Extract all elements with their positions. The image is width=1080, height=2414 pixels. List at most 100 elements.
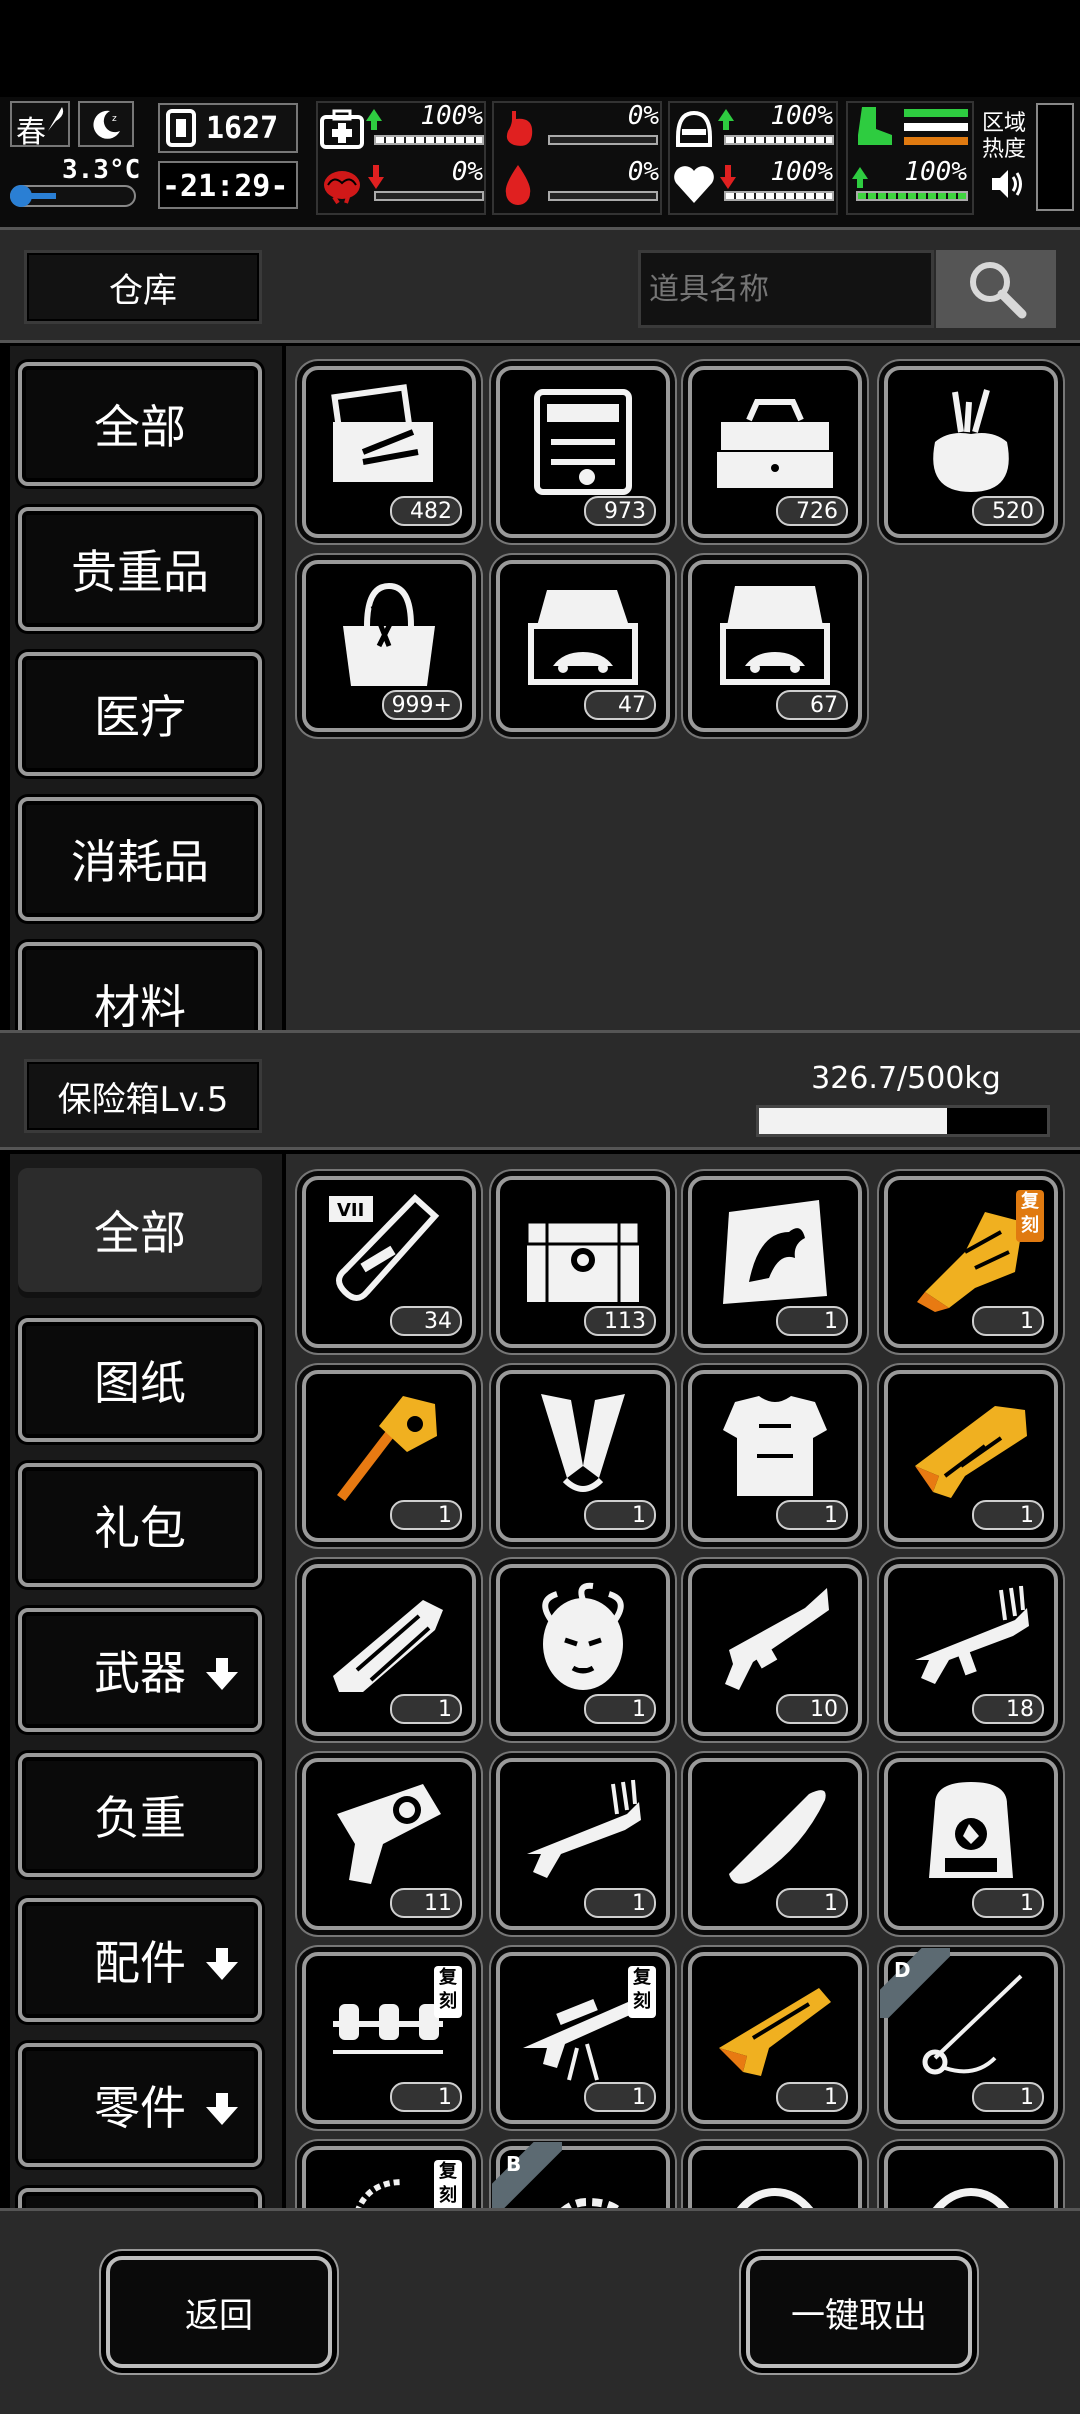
warehouse-item-slot[interactable]: 520 <box>884 366 1058 538</box>
zone-heat-gauge <box>1036 103 1074 211</box>
stamina-bar <box>856 191 968 201</box>
search-box[interactable] <box>638 250 1058 328</box>
safebox-item-grid: VII 34 113 1 复刻 1 1 1 1 1 1 1 10 18 11 1 1 1 复刻 1 复刻 1 1 D 1 复刻 B <box>286 1154 1080 2208</box>
brain-icon <box>324 171 360 205</box>
item-count: 1 <box>776 1306 848 1336</box>
warehouse-item-slot[interactable]: 47 <box>496 560 670 732</box>
clock: -21:29- <box>158 161 298 209</box>
warehouse-item-slot[interactable]: 67 <box>688 560 862 732</box>
safebox-item-slot[interactable]: 1 <box>302 1370 476 1542</box>
toolbox-pliers-icon <box>331 384 433 482</box>
safebox-item-slot[interactable]: 1 <box>688 1758 862 1930</box>
speaker-icon[interactable] <box>990 167 1026 201</box>
safebox-tab-packs[interactable]: 礼包 <box>18 1463 262 1587</box>
item-count: 1 <box>776 1888 848 1918</box>
grade-badge: D <box>880 1948 950 2018</box>
item-count: 1 <box>390 2082 462 2112</box>
safebox-title: 保险箱Lv.5 <box>24 1059 262 1133</box>
safebox-item-slot[interactable] <box>688 2146 862 2208</box>
safebox-item-slot[interactable]: 10 <box>688 1564 862 1736</box>
item-count: 11 <box>390 1888 462 1918</box>
safebox-item-slot[interactable]: 1 <box>688 1370 862 1542</box>
warehouse-tab-all[interactable]: 全部 <box>18 362 262 486</box>
medusa-mask-icon <box>542 1582 624 1690</box>
temperature: 3.3°C <box>62 155 141 185</box>
safebox-item-slot[interactable]: 18 <box>884 1564 1058 1736</box>
item-count: 726 <box>776 496 848 526</box>
remake-tag: 复刻 <box>434 1966 462 2018</box>
item-count: 482 <box>390 496 462 526</box>
search-button[interactable] <box>936 250 1056 328</box>
test-tube-vii-icon: VII <box>329 1193 440 1301</box>
backpack-icon <box>929 1782 1013 1878</box>
safebox-item-slot[interactable]: 复刻 <box>302 2146 476 2208</box>
moon-icon: z <box>93 110 120 139</box>
warehouse-item-slot[interactable]: 726 <box>688 366 862 538</box>
safebox-tab-blueprints[interactable]: 图纸 <box>18 1318 262 1442</box>
safebox-tab-load[interactable]: 负重 <box>18 1753 262 1877</box>
search-input[interactable] <box>638 250 934 328</box>
grade-badge: B <box>492 2142 562 2208</box>
safebox-sidebar: 全部 图纸 礼包 武器 负重 配件 零件 <box>10 1154 282 2208</box>
safebox-item-slot[interactable] <box>884 2146 1058 2208</box>
back-button[interactable]: 返回 <box>106 2256 332 2368</box>
brain-value: 0% <box>451 157 483 187</box>
helmet-icon <box>676 110 712 147</box>
safebox-item-slot[interactable]: 1 <box>688 1952 862 2124</box>
hunger-bar <box>548 135 658 145</box>
item-count: 520 <box>972 496 1044 526</box>
safebox-tab-weapons[interactable]: 武器 <box>18 1608 262 1732</box>
remake-tag: 复刻 <box>434 2160 462 2208</box>
safebox-item-slot[interactable]: 1 <box>884 1370 1058 1542</box>
safebox-item-slot[interactable]: D1 <box>880 1948 1058 2124</box>
golden-shotgun-icon <box>719 1988 831 2076</box>
armor-value: 100% <box>770 101 833 131</box>
take-all-button[interactable]: 一键取出 <box>746 2256 972 2368</box>
scope-pistol-icon <box>337 1784 441 1884</box>
warehouse-item-slot[interactable]: 999+ <box>302 560 476 732</box>
expand-down-arrow-icon <box>206 1948 238 1980</box>
tool-sack-icon <box>933 389 1009 492</box>
season-badge: 春 <box>10 101 70 150</box>
safebox-item-slot[interactable]: 1 <box>688 1176 862 1348</box>
warehouse-item-slot[interactable]: 482 <box>302 366 476 538</box>
safebox-item-slot[interactable]: 1 <box>496 1758 670 1930</box>
safebox-item-slot[interactable]: 复刻 1 <box>302 1952 476 2124</box>
tool-bag-icon <box>343 582 435 686</box>
flamethrower-icon <box>725 1588 829 1690</box>
warehouse-tab-medical[interactable]: 医疗 <box>18 652 262 776</box>
safebox-item-slot[interactable]: 复刻 1 <box>496 1952 670 2124</box>
item-count: 1 <box>584 1694 656 1724</box>
ornate-relic-icon <box>736 2187 814 2208</box>
item-count: 113 <box>584 1306 656 1336</box>
health-bar <box>374 135 484 145</box>
warehouse-item-grid: 482 973 726 520 999+ 47 67 <box>286 346 1080 1030</box>
safebox-item-slot[interactable]: 11 <box>302 1758 476 1930</box>
safebox-item-slot[interactable]: 1 <box>496 1564 670 1736</box>
warehouse-item-slot[interactable]: 973 <box>496 366 670 538</box>
day-icon <box>166 109 196 147</box>
safebox-item-slot[interactable]: 复刻 1 <box>884 1176 1058 1348</box>
car-repair-kit-icon <box>528 590 638 685</box>
warehouse-tab-valuables[interactable]: 贵重品 <box>18 507 262 631</box>
safebox-item-slot[interactable]: 1 <box>884 1758 1058 1930</box>
stamina-value: 100% <box>904 157 967 187</box>
feather-icon <box>48 107 64 131</box>
safebox-header: 保险箱Lv.5 326.7/500kg <box>0 1030 1080 1150</box>
safebox-tab-parts[interactable]: 零件 <box>18 2043 262 2167</box>
warehouse-tab-materials[interactable]: 材料 <box>18 942 262 1030</box>
item-count: 1 <box>776 2082 848 2112</box>
safebox-tab-all[interactable]: 全部 <box>18 1168 262 1292</box>
safebox-item-slot[interactable]: 113 <box>496 1176 670 1348</box>
safebox-item-slot[interactable]: VII 34 <box>302 1176 476 1348</box>
safebox-tab-more[interactable] <box>18 2188 262 2208</box>
safebox-weight-bar <box>756 1105 1050 1137</box>
safebox-item-slot[interactable]: 1 <box>496 1370 670 1542</box>
warehouse-tab-consumables[interactable]: 消耗品 <box>18 797 262 921</box>
svg-text:z: z <box>112 114 117 124</box>
stomach-icon <box>506 111 533 146</box>
safebox-tab-attachments[interactable]: 配件 <box>18 1898 262 2022</box>
safebox-item-slot[interactable]: 1 <box>302 1564 476 1736</box>
svg-text:VII: VII <box>337 1200 364 1221</box>
safebox-item-slot[interactable]: B <box>492 2142 670 2208</box>
